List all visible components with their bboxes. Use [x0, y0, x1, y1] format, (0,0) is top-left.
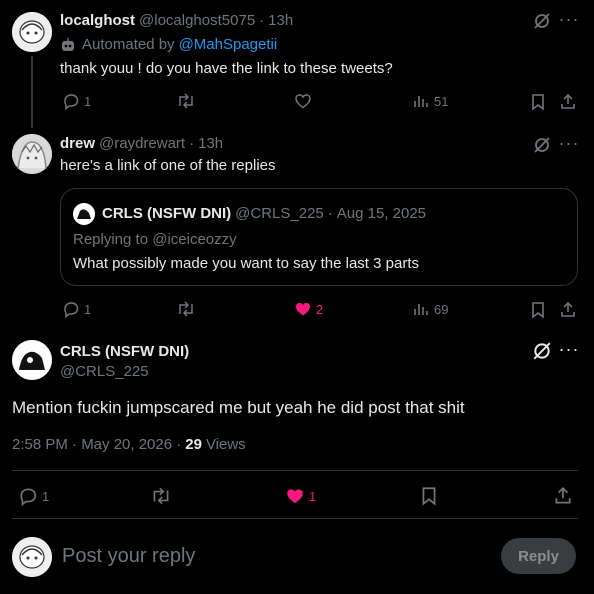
avatar[interactable] [12, 134, 52, 174]
bookmark-icon [532, 94, 544, 111]
my-avatar [12, 537, 52, 577]
author-name[interactable]: localghost [60, 12, 135, 29]
grok-icon[interactable] [532, 11, 552, 31]
separator: · [189, 135, 195, 152]
automated-by-link[interactable]: @MahSpagetii [179, 36, 278, 53]
reply-input[interactable]: Post your reply [62, 545, 195, 568]
repost-button[interactable] [176, 300, 196, 318]
repost-icon [179, 93, 193, 109]
avatar[interactable] [12, 340, 52, 380]
view-count: 51 [434, 93, 449, 109]
avatar[interactable] [12, 12, 52, 52]
analytics-icon [414, 304, 428, 315]
author-name[interactable]: drew [60, 135, 95, 152]
divider [12, 470, 578, 471]
more-options-icon[interactable]: ··· [558, 133, 580, 153]
like-button[interactable] [294, 92, 312, 110]
separator: · [259, 12, 265, 29]
share-icon [561, 93, 575, 109]
grok-icon[interactable] [532, 135, 552, 155]
avatar-image-icon [12, 340, 52, 380]
author-name[interactable]: CRLS (NSFW DNI) [60, 343, 189, 360]
reply-count: 1 [84, 93, 92, 109]
more-options-icon[interactable]: ··· [558, 339, 580, 359]
post-text: Mention fuckin jumpscared me but yeah he… [12, 398, 465, 417]
quoted-post[interactable]: CRLS (NSFW DNI) @CRLS_225 · Aug 15, 2025… [60, 188, 578, 286]
post-timestamp[interactable]: 2:58 PM · May 20, 2026 · [12, 436, 181, 453]
share-button[interactable] [552, 486, 574, 506]
bookmark-icon [532, 302, 544, 319]
avatar [73, 203, 95, 225]
share-button[interactable] [558, 92, 578, 112]
heart-icon [295, 94, 311, 109]
author-handle[interactable]: @localghost5075 [139, 12, 255, 29]
replying-to: Replying to @iceiceozzy [73, 231, 237, 248]
heart-filled-icon [287, 489, 303, 504]
quote-author-name[interactable]: CRLS (NSFW DNI) [102, 205, 231, 222]
avatar-image-icon [12, 12, 52, 52]
reply-icon [64, 302, 79, 318]
reply-button[interactable]: 1 [62, 300, 91, 318]
author-handle[interactable]: @CRLS_225 [60, 363, 149, 380]
repost-button[interactable] [150, 486, 172, 506]
reply-count: 1 [84, 301, 92, 317]
avatar-image-icon [73, 203, 95, 225]
views-button[interactable]: 51 [412, 92, 448, 110]
like-button[interactable]: 1 [285, 486, 316, 506]
author-handle[interactable]: @raydrewart [99, 135, 185, 152]
reply-button[interactable]: 1 [18, 486, 49, 506]
share-icon [555, 486, 571, 504]
like-button[interactable]: 2 [294, 300, 323, 318]
like-count: 1 [309, 488, 317, 504]
heart-filled-icon [296, 303, 310, 316]
views-label: Views [205, 436, 246, 453]
reply-submit-button[interactable]: Reply [501, 538, 576, 574]
avatar-image-icon [12, 134, 52, 174]
post-time[interactable]: 13h [268, 12, 293, 29]
repost-icon [179, 301, 193, 317]
bot-icon [62, 37, 74, 51]
bookmark-button[interactable] [528, 92, 548, 112]
quote-text: What possibly made you want to say the l… [73, 255, 420, 272]
bookmark-button[interactable] [528, 300, 548, 320]
reply-count: 1 [42, 488, 50, 504]
reply-icon [64, 94, 79, 110]
quote-author-handle[interactable]: @CRLS_225 [235, 205, 324, 222]
reply-icon [20, 488, 37, 506]
bookmark-icon [422, 487, 436, 506]
automated-by-label: Automated by [82, 36, 175, 53]
share-icon [561, 301, 575, 317]
more-options-icon[interactable]: ··· [558, 9, 580, 29]
divider [12, 518, 578, 519]
repost-button[interactable] [176, 92, 196, 110]
repost-icon [153, 487, 169, 505]
view-count: 69 [434, 301, 449, 317]
thread-line [31, 56, 33, 128]
views-button[interactable]: 69 [412, 300, 448, 318]
analytics-icon [414, 96, 428, 107]
post-text: here's a link of one of the replies [60, 157, 276, 174]
quote-date[interactable]: Aug 15, 2025 [337, 205, 426, 222]
reply-button[interactable]: 1 [62, 92, 91, 110]
views-count: 29 [185, 436, 202, 453]
bookmark-button[interactable] [418, 486, 440, 506]
share-button[interactable] [558, 300, 578, 320]
separator: · [327, 205, 333, 222]
post-text: thank youu ! do you have the link to the… [60, 60, 393, 77]
post-time[interactable]: 13h [198, 135, 223, 152]
avatar-image-icon [12, 537, 52, 577]
grok-icon[interactable] [532, 341, 552, 361]
like-count: 2 [316, 301, 324, 317]
